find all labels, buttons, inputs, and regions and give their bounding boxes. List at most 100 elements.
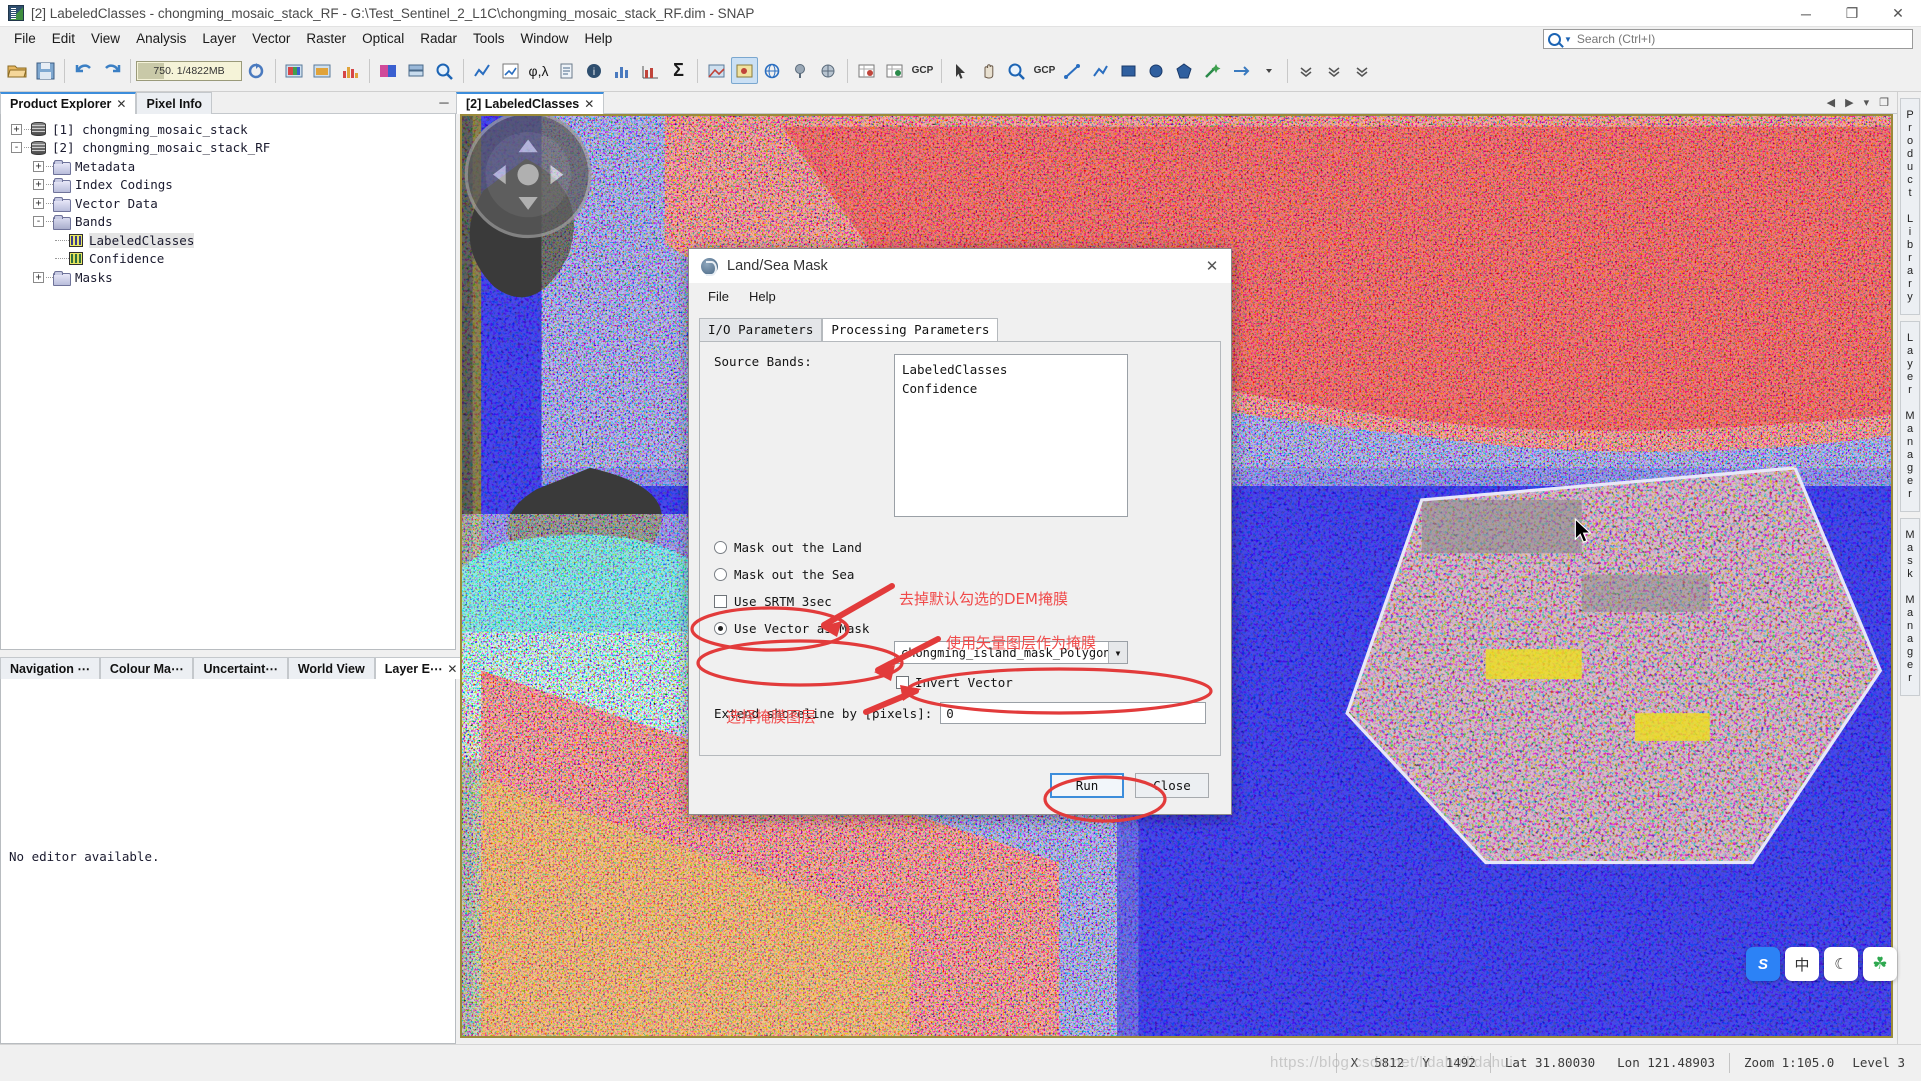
polyline-draw-icon[interactable] <box>1087 57 1114 84</box>
sigma-icon[interactable]: Σ <box>665 57 692 84</box>
tab-layer-editor[interactable]: Layer E⋯ ✕ <box>374 657 468 679</box>
pin-manager-icon[interactable] <box>853 57 880 84</box>
expand-toolbar-3-icon[interactable] <box>1349 57 1376 84</box>
histogram-plot-icon[interactable] <box>637 57 664 84</box>
maximize-button[interactable]: ❐ <box>1829 0 1875 27</box>
tree-item-product-2[interactable]: - [2] chongming_mosaic_stack_RF <box>7 139 455 158</box>
geo-coding-icon[interactable]: φ,λ <box>525 57 552 84</box>
undo-icon[interactable] <box>70 57 97 84</box>
option-mask-out-sea[interactable]: Mask out the Sea <box>714 567 1134 582</box>
expander-icon[interactable]: - <box>11 142 22 154</box>
scroll-tabs-right-icon[interactable]: ▶ <box>1845 96 1853 109</box>
gcp-manager-icon[interactable] <box>881 57 908 84</box>
menu-vector[interactable]: Vector <box>244 29 298 48</box>
checkbox-invert-vector[interactable] <box>896 676 909 689</box>
scroll-tabs-left-icon[interactable]: ◀ <box>1827 96 1835 109</box>
menu-analysis[interactable]: Analysis <box>128 29 194 48</box>
maximize-editor-icon[interactable]: ❐ <box>1879 96 1889 109</box>
explorer-minimize-button[interactable]: ─ <box>432 92 456 114</box>
ellipse-draw-icon[interactable] <box>1143 57 1170 84</box>
tree-item-metadata[interactable]: + Metadata <box>7 157 455 176</box>
redo-icon[interactable] <box>98 57 125 84</box>
close-icon[interactable]: ✕ <box>584 97 594 111</box>
run-button[interactable]: Run <box>1050 772 1124 798</box>
layer-manager-icon[interactable] <box>403 57 430 84</box>
menu-file[interactable]: File <box>6 29 44 48</box>
tab-pixel-info[interactable]: Pixel Info <box>136 92 213 114</box>
pin-overlay-icon[interactable] <box>787 57 814 84</box>
option-mask-out-land[interactable]: Mask out the Land <box>714 540 1134 555</box>
tab-io-parameters[interactable]: I/O Parameters <box>699 318 823 341</box>
menu-optical[interactable]: Optical <box>354 29 412 48</box>
dialog-menu-help[interactable]: Help <box>740 287 785 306</box>
pan-tool-icon[interactable] <box>975 57 1002 84</box>
close-button[interactable]: ✕ <box>1875 0 1921 27</box>
tab-world-view[interactable]: World View <box>287 657 375 679</box>
open-hsv-icon[interactable] <box>309 57 336 84</box>
dock-product-library[interactable]: Product Library <box>1900 98 1920 315</box>
dialog-menu-file[interactable]: File <box>699 287 738 306</box>
histogram-icon[interactable] <box>337 57 364 84</box>
land-sea-mask-dialog[interactable]: Land/Sea Mask ✕ File Help I/O Parameters… <box>688 248 1232 815</box>
scatter-plot-icon[interactable] <box>497 57 524 84</box>
graticule-overlay-icon[interactable] <box>759 57 786 84</box>
toolbar-overflow-icon[interactable] <box>1255 57 1282 84</box>
source-bands-list[interactable]: LabeledClasses Confidence <box>894 354 1128 517</box>
product-tree[interactable]: + [1] chongming_mosaic_stack - [2] chong… <box>1 114 455 287</box>
gcp-tool-icon[interactable]: GCP <box>909 57 936 84</box>
menu-tools[interactable]: Tools <box>465 29 513 48</box>
leaf-icon[interactable]: ☘ <box>1863 947 1897 981</box>
line-draw-icon[interactable] <box>1059 57 1086 84</box>
range-finder-icon[interactable] <box>1227 57 1254 84</box>
close-icon[interactable]: ✕ <box>116 97 126 111</box>
information-icon[interactable] <box>553 57 580 84</box>
open-rgb-icon[interactable] <box>281 57 308 84</box>
save-product-icon[interactable] <box>32 57 59 84</box>
menu-raster[interactable]: Raster <box>298 29 354 48</box>
option-invert-vector[interactable]: Invert Vector <box>896 675 1013 690</box>
expand-toolbar-1-icon[interactable] <box>1293 57 1320 84</box>
magic-wand-icon[interactable] <box>1199 57 1226 84</box>
tree-item-masks[interactable]: + Masks <box>7 268 455 287</box>
menu-edit[interactable]: Edit <box>44 29 83 48</box>
source-band-item[interactable]: Confidence <box>902 379 1120 398</box>
info-circle-icon[interactable]: i <box>581 57 608 84</box>
rectangle-draw-icon[interactable] <box>1115 57 1142 84</box>
colour-manip-icon[interactable] <box>375 57 402 84</box>
menu-window[interactable]: Window <box>513 29 577 48</box>
source-band-item[interactable]: LabeledClasses <box>902 360 1120 379</box>
expander-icon[interactable]: + <box>33 179 44 191</box>
menu-layer[interactable]: Layer <box>194 29 244 48</box>
gcp-overlay-icon[interactable] <box>815 57 842 84</box>
magnifier-tool-icon[interactable] <box>431 57 458 84</box>
profile-plot-icon[interactable] <box>469 57 496 84</box>
expander-icon[interactable]: - <box>33 216 44 228</box>
chevron-down-icon[interactable]: ▾ <box>1108 642 1127 663</box>
radio-mask-out-sea[interactable] <box>714 568 727 581</box>
dock-mask-manager[interactable]: Mask Manager <box>1900 518 1920 696</box>
close-icon[interactable]: ✕ <box>447 662 457 676</box>
mask-overlay-icon[interactable] <box>731 57 758 84</box>
statistics-icon[interactable] <box>609 57 636 84</box>
open-product-icon[interactable] <box>4 57 31 84</box>
expander-icon[interactable]: + <box>11 123 22 135</box>
checkbox-use-srtm-3sec[interactable] <box>714 595 727 608</box>
radio-mask-out-land[interactable] <box>714 541 727 554</box>
menu-help[interactable]: Help <box>577 29 621 48</box>
no-data-overlay-icon[interactable] <box>703 57 730 84</box>
expander-icon[interactable]: + <box>33 271 44 283</box>
tree-item-index-codings[interactable]: + Index Codings <box>7 176 455 195</box>
menu-view[interactable]: View <box>83 29 128 48</box>
extend-shoreline-input[interactable]: 0 <box>940 702 1206 724</box>
dialog-close-button[interactable]: ✕ <box>1201 255 1223 277</box>
gcp-placement-icon[interactable]: GCP <box>1031 57 1058 84</box>
zoom-tool-icon[interactable] <box>1003 57 1030 84</box>
tab-uncertainty[interactable]: Uncertaint⋯ <box>193 657 288 679</box>
tab-colour-manipulation[interactable]: Colour Ma⋯ <box>99 657 194 679</box>
global-search-box[interactable]: ▼ Search (Ctrl+I) <box>1543 29 1913 49</box>
moon-icon[interactable]: ☾ <box>1824 947 1858 981</box>
expand-toolbar-2-icon[interactable] <box>1321 57 1348 84</box>
tree-item-bands[interactable]: - Bands <box>7 213 455 232</box>
gc-refresh-icon[interactable] <box>243 57 270 84</box>
tab-list-dropdown-icon[interactable]: ▾ <box>1864 96 1870 109</box>
